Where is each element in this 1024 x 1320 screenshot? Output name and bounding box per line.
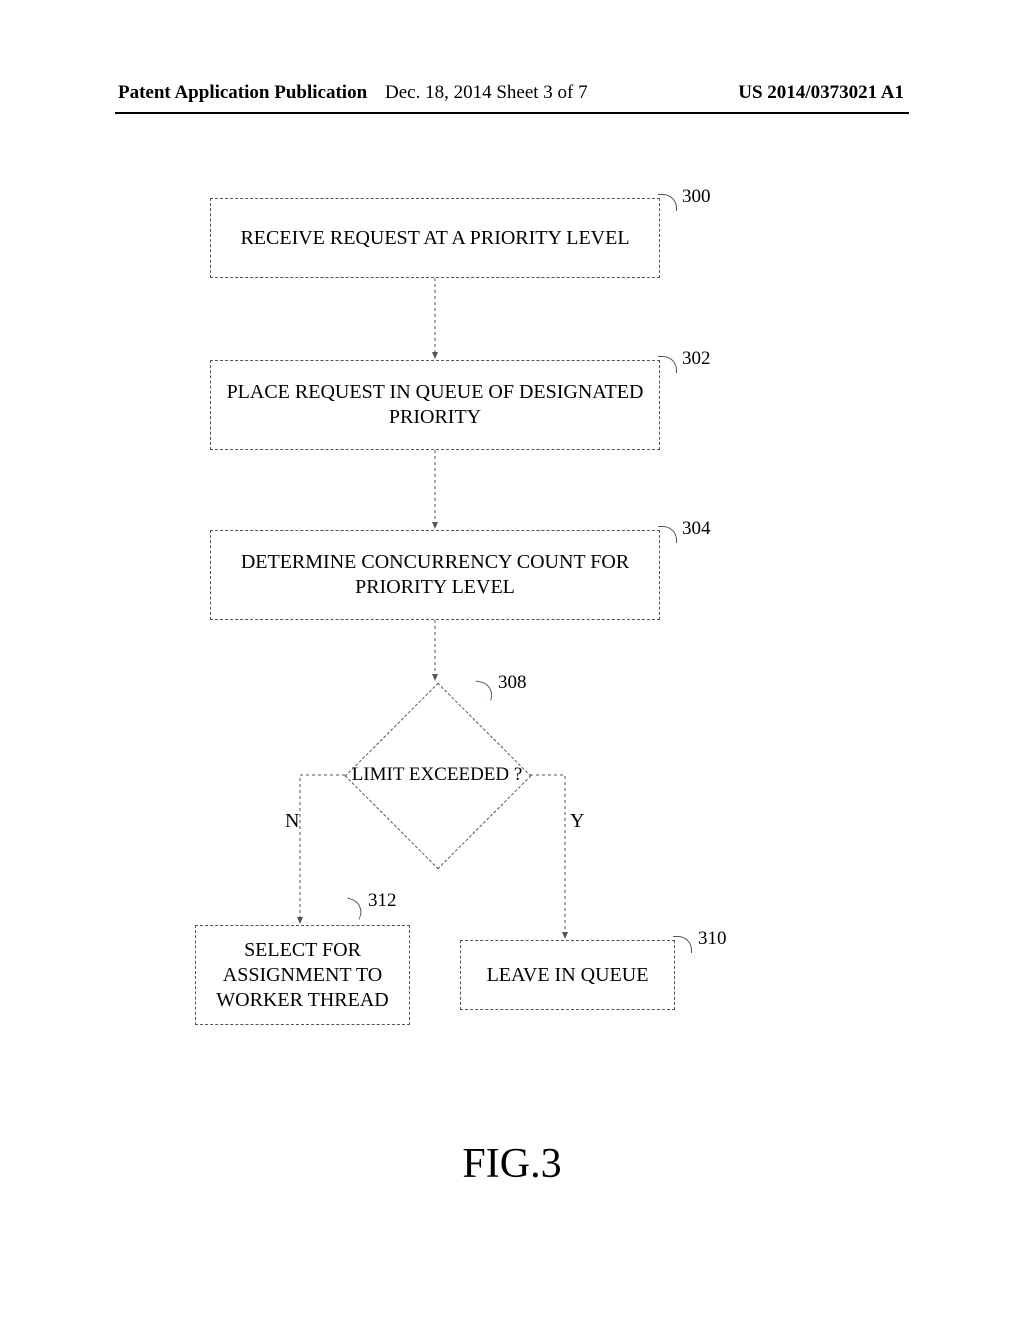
flow-step-312-text: SELECT FOR ASSIGNMENT TO WORKER THREAD bbox=[206, 938, 399, 1013]
flow-step-300: RECEIVE REQUEST AT A PRIORITY LEVEL bbox=[210, 198, 660, 278]
ref-308: 308 bbox=[498, 672, 527, 694]
flow-step-310-text: LEAVE IN QUEUE bbox=[487, 963, 649, 988]
flow-step-304-text: DETERMINE CONCURRENCY COUNT FOR PRIORITY… bbox=[221, 550, 649, 600]
patent-page: Patent Application Publication Dec. 18, … bbox=[0, 0, 1024, 1320]
leader-hook-304 bbox=[658, 526, 677, 543]
leader-hook-310 bbox=[673, 936, 692, 953]
ref-302: 302 bbox=[682, 348, 711, 370]
ref-304: 304 bbox=[682, 518, 711, 540]
ref-300: 300 bbox=[682, 186, 711, 208]
header-right: US 2014/0373021 A1 bbox=[738, 82, 904, 104]
flow-step-310: LEAVE IN QUEUE bbox=[460, 940, 675, 1010]
page-header: Patent Application Publication Dec. 18, … bbox=[0, 82, 1024, 112]
header-left: Patent Application Publication bbox=[118, 82, 367, 104]
branch-no: N bbox=[285, 810, 299, 833]
leader-hook-300 bbox=[658, 194, 677, 211]
header-rule bbox=[115, 112, 909, 114]
flow-step-302-text: PLACE REQUEST IN QUEUE OF DESIGNATED PRI… bbox=[221, 380, 649, 430]
flow-step-302: PLACE REQUEST IN QUEUE OF DESIGNATED PRI… bbox=[210, 360, 660, 450]
ref-310: 310 bbox=[698, 928, 727, 950]
leader-hook-308 bbox=[473, 680, 495, 700]
figure-caption: FIG.3 bbox=[0, 1140, 1024, 1188]
decision-diamond-icon bbox=[345, 683, 532, 870]
decision-308: LIMIT EXCEEDED ? bbox=[372, 710, 504, 842]
flow-step-312: SELECT FOR ASSIGNMENT TO WORKER THREAD bbox=[195, 925, 410, 1025]
branch-yes: Y bbox=[570, 810, 584, 833]
flow-step-300-text: RECEIVE REQUEST AT A PRIORITY LEVEL bbox=[240, 226, 629, 251]
header-middle: Dec. 18, 2014 Sheet 3 of 7 bbox=[385, 82, 588, 104]
flow-step-304: DETERMINE CONCURRENCY COUNT FOR PRIORITY… bbox=[210, 530, 660, 620]
leader-hook-312 bbox=[342, 897, 366, 919]
leader-hook-302 bbox=[658, 356, 677, 373]
ref-312: 312 bbox=[368, 890, 397, 912]
